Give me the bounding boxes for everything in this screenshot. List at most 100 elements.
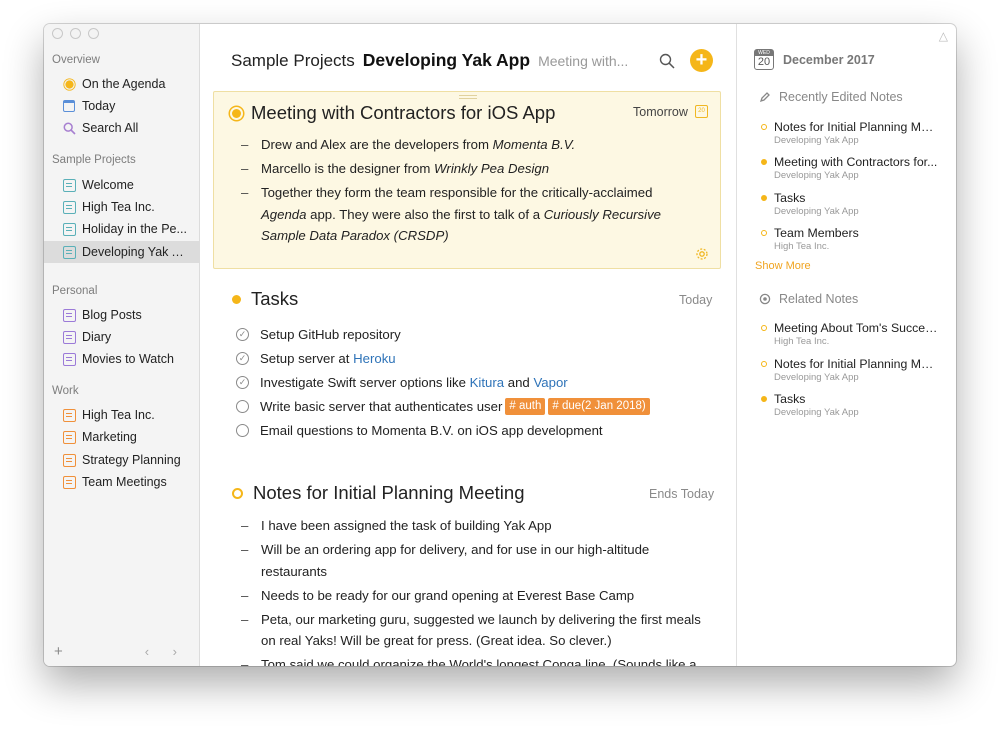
project-icon (62, 352, 76, 366)
list-item: Together they form the team responsible … (241, 182, 701, 247)
show-more-link[interactable]: Show More (755, 260, 811, 272)
add-note-button[interactable]: + (690, 49, 713, 72)
project-icon (62, 245, 76, 259)
related-note-item[interactable]: Notes for Initial Planning Mee... Develo… (761, 357, 947, 383)
list-item: Will be an ordering app for delivery, an… (241, 539, 701, 582)
sidebar-item-high-tea[interactable]: High Tea Inc. (44, 196, 199, 218)
sidebar-item-movies[interactable]: Movies to Watch (44, 348, 199, 370)
calendar-icon[interactable]: 20 (695, 105, 708, 118)
agenda-dot-icon[interactable] (232, 108, 241, 118)
note-header: Notes for Initial Planning Meeting (232, 482, 524, 504)
sidebar-item-developing-yak-app[interactable]: Developing Yak A... (44, 241, 199, 263)
main-content: Sample Projects Developing Yak App Meeti… (200, 24, 736, 666)
sidebar-item-label: Welcome (82, 178, 134, 192)
search-icon[interactable] (659, 53, 675, 69)
page-title: Developing Yak App (362, 50, 531, 70)
sidebar-item-strategy-planning[interactable]: Strategy Planning (44, 449, 199, 471)
calendar-icon (62, 99, 76, 113)
sidebar-item-label: High Tea Inc. (82, 408, 155, 422)
sidebar: Overview On the Agenda Today Search All … (44, 24, 200, 666)
project-title[interactable]: Sample Projects (231, 51, 355, 71)
project-icon (62, 178, 76, 192)
warning-icon[interactable]: △ (939, 29, 948, 43)
calendar-icon[interactable]: WED 20 (754, 49, 774, 70)
sidebar-item-work-high-tea[interactable]: High Tea Inc. (44, 404, 199, 426)
minimize-window-button[interactable] (70, 28, 81, 39)
current-date: December 2017 (783, 53, 875, 67)
agenda-icon (62, 77, 76, 91)
sidebar-item-diary[interactable]: Diary (44, 326, 199, 348)
project-icon (62, 453, 76, 467)
note-date[interactable]: Tomorrow (633, 105, 688, 119)
tag-badge[interactable]: # auth (505, 397, 546, 415)
task-list: ✓ Setup GitHub repository ✓ Setup server a… (236, 322, 650, 442)
checkbox-checked[interactable]: ✓ (236, 327, 249, 341)
drag-handle[interactable] (459, 95, 477, 99)
link[interactable]: Heroku (353, 351, 396, 366)
note-title[interactable]: Meeting with Contractors for iOS App (251, 102, 555, 124)
list-item: Tom said we could organize the World's l… (241, 654, 701, 666)
checkbox[interactable] (236, 423, 249, 437)
recent-note-item[interactable]: Notes for Initial Planning Mee... Develo… (761, 120, 947, 146)
sidebar-item-blog-posts[interactable]: Blog Posts (44, 304, 199, 326)
sidebar-section-work: Work (52, 385, 79, 397)
checkbox[interactable] (236, 399, 249, 413)
sidebar-nav-arrows[interactable]: ‹ › (145, 644, 187, 659)
sidebar-item-search-all[interactable]: Search All (44, 117, 199, 139)
sidebar-item-marketing[interactable]: Marketing (44, 426, 199, 448)
sidebar-item-label: Marketing (82, 430, 137, 444)
agenda-dot-icon[interactable] (232, 294, 241, 304)
right-panel: △ WED 20 December 2017 Recently Edited N… (736, 24, 956, 666)
note-title[interactable]: Notes for Initial Planning Meeting (253, 482, 524, 504)
checkbox-checked[interactable]: ✓ (236, 375, 249, 389)
related-notes-heading: Related Notes (759, 292, 858, 306)
list-item: Peta, our marketing guru, suggested we l… (241, 609, 701, 652)
project-icon (62, 408, 76, 422)
list-item: Marcello is the designer from Wrinkly Pe… (241, 158, 701, 180)
sidebar-item-holiday[interactable]: Holiday in the Pe... (44, 218, 199, 240)
sidebar-item-label: Blog Posts (82, 308, 142, 322)
project-icon (62, 430, 76, 444)
add-category-button[interactable]: + (54, 643, 63, 660)
note-header: Meeting with Contractors for iOS App (232, 102, 555, 124)
sidebar-item-welcome[interactable]: Welcome (44, 174, 199, 196)
sidebar-section-overview: Overview (52, 54, 100, 66)
agenda-dot-icon[interactable] (232, 487, 243, 499)
link[interactable]: Kitura (470, 375, 504, 390)
checkbox-checked[interactable]: ✓ (236, 351, 249, 365)
recent-note-item[interactable]: Tasks Developing Yak App (761, 191, 947, 217)
sidebar-item-on-the-agenda[interactable]: On the Agenda (44, 73, 199, 95)
sidebar-item-label: Today (82, 99, 116, 113)
sidebar-item-team-meetings[interactable]: Team Meetings (44, 471, 199, 493)
close-window-button[interactable] (52, 28, 63, 39)
related-note-item[interactable]: Tasks Developing Yak App (761, 392, 947, 418)
sidebar-item-today[interactable]: Today (44, 95, 199, 117)
project-icon (62, 308, 76, 322)
sidebar-item-label: Developing Yak A... (82, 245, 190, 259)
zoom-window-button[interactable] (88, 28, 99, 39)
note-date[interactable]: Ends Today (649, 487, 714, 501)
app-window: Overview On the Agenda Today Search All … (44, 24, 956, 666)
note-breadcrumb[interactable]: Meeting with... (538, 53, 628, 69)
note-card-selected[interactable]: Meeting with Contractors for iOS App Tom… (213, 91, 721, 269)
related-note-item[interactable]: Meeting About Tom's Succes... High Tea I… (761, 321, 947, 347)
task-item: ✓ Setup server at Heroku (236, 346, 650, 370)
task-item: Write basic server that authenticates us… (236, 394, 650, 418)
note-title[interactable]: Tasks (251, 288, 298, 310)
recent-note-item[interactable]: Meeting with Contractors for... Developi… (761, 155, 947, 181)
link[interactable]: Vapor (533, 375, 567, 390)
list-item: I have been assigned the task of buildin… (241, 515, 701, 537)
list-item: Drew and Alex are the developers from Mo… (241, 134, 701, 156)
sidebar-section-personal: Personal (52, 285, 98, 297)
tag-badge[interactable]: # due(2 Jan 2018) (548, 397, 650, 415)
note-date[interactable]: Today (679, 293, 712, 307)
title-bar: Sample Projects Developing Yak App Meeti… (231, 50, 628, 71)
note-body: Drew and Alex are the developers from Mo… (241, 134, 701, 249)
task-item: ✓ Setup GitHub repository (236, 322, 650, 346)
sidebar-item-label: Strategy Planning (82, 453, 181, 467)
sidebar-item-label: Search All (82, 121, 139, 135)
project-icon (62, 330, 76, 344)
recent-note-item[interactable]: Team Members High Tea Inc. (761, 226, 947, 252)
gear-icon[interactable] (695, 247, 709, 261)
related-icon (759, 293, 771, 305)
